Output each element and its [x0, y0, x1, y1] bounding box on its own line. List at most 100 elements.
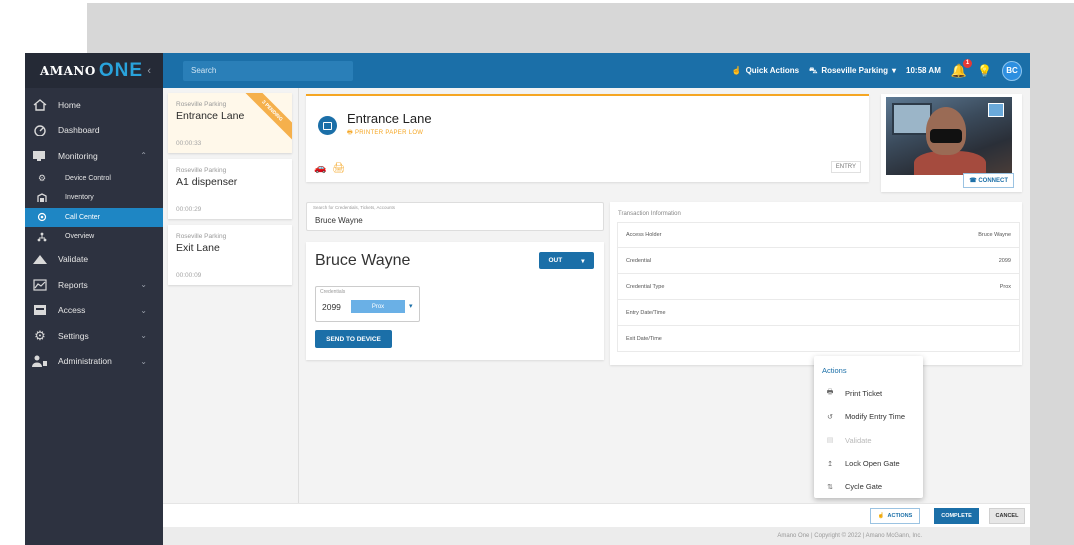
- sidebar-item-inventory[interactable]: Inventory: [25, 188, 163, 208]
- connect-label: CONNECT: [978, 178, 1008, 184]
- menu-item-cycle-gate[interactable]: ⇅ Cycle Gate: [814, 475, 923, 498]
- credential-type-chip[interactable]: Prox: [351, 300, 405, 313]
- sidebar-item-reports[interactable]: Reports ⌄: [25, 272, 163, 298]
- camera-panel: ☎ CONNECT: [881, 94, 1022, 192]
- lane-list: Roseville Parking Entrance Lane 00:00:33…: [163, 88, 299, 503]
- lane-name: A1 dispenser: [176, 176, 238, 188]
- actions-button[interactable]: ☝ ACTIONS: [870, 508, 920, 524]
- search-input[interactable]: Search: [183, 60, 353, 81]
- table-row: Credential 2099: [617, 248, 1020, 274]
- lane-timer: 00:00:09: [176, 272, 202, 279]
- menu-item-print-ticket[interactable]: 🖶 Print Ticket: [814, 382, 923, 405]
- logo-brand: AMANO: [40, 63, 96, 78]
- credential-search-label: Search for Credentials, Tickets, Account…: [313, 205, 396, 210]
- credentials-label: Credentials: [320, 289, 346, 295]
- sidebar-item-access[interactable]: Access ⌄: [25, 298, 163, 324]
- direction-button[interactable]: OUT ▾: [539, 252, 594, 269]
- sidebar-item-home[interactable]: Home: [25, 92, 163, 118]
- quick-actions-button[interactable]: ☝ Quick Actions: [732, 66, 799, 75]
- transaction-table: Access Holder Bruce Wayne Credential 2099 …: [617, 222, 1020, 352]
- menu-item-modify-entry-time[interactable]: ↺ Modify Entry Time: [814, 405, 923, 428]
- lane-status-icons: 🚗 🖨: [314, 163, 345, 174]
- sidebar-item-call-center[interactable]: Call Center: [25, 207, 163, 227]
- dashboard-icon: [31, 123, 49, 137]
- row-label: Access Holder: [626, 232, 662, 238]
- row-label: Entry Date/Time: [626, 309, 666, 316]
- sidebar-item-label: Call Center: [65, 213, 101, 221]
- lane-card-entrance[interactable]: Roseville Parking Entrance Lane 00:00:33…: [168, 93, 292, 153]
- table-row: Entry Date/Time: [617, 300, 1020, 326]
- bottom-action-bar: ☝ ACTIONS COMPLETE CANCEL: [163, 503, 1030, 527]
- headset-icon: [35, 210, 49, 224]
- validate-icon: ▤: [826, 437, 834, 445]
- lane-card-a1-dispenser[interactable]: Roseville Parking A1 dispenser 00:00:29: [168, 159, 292, 219]
- logo-suffix: ONE: [98, 59, 144, 81]
- gate-lock-icon: ↥: [827, 460, 833, 468]
- table-row: Access Holder Bruce Wayne: [617, 222, 1020, 248]
- actions-button-label: ACTIONS: [887, 513, 913, 519]
- location-label: Roseville Parking: [821, 66, 889, 75]
- menu-item-label: Lock Open Gate: [845, 459, 900, 469]
- actions-menu-title: Actions: [822, 366, 847, 375]
- row-label: Credential: [626, 257, 652, 264]
- sidebar-nav: Home Dashboard Monitoring ⌃ ⚙ Device Con…: [25, 92, 163, 374]
- top-right-controls: ☝ Quick Actions ⛍ Roseville Parking ▾ 10…: [732, 58, 1030, 81]
- complete-button[interactable]: COMPLETE: [934, 508, 979, 524]
- menu-item-label: Validate: [845, 435, 872, 445]
- table-row: Credential Type Prox: [617, 274, 1020, 300]
- chevron-left-icon[interactable]: ‹: [147, 65, 151, 77]
- menu-item-validate: ▤ Validate: [814, 429, 923, 452]
- sidebar-item-dashboard[interactable]: Dashboard: [25, 118, 163, 144]
- access-holder-card: Bruce Wayne OUT ▾ Credentials 2099 Prox …: [306, 242, 604, 360]
- sidebar-item-label: Validate: [58, 254, 89, 265]
- snapshot-icon[interactable]: [988, 103, 1004, 117]
- actions-menu: Actions 🖶 Print Ticket ↺ Modify Entry Time…: [814, 356, 923, 498]
- sidebar-item-label: Home: [58, 99, 81, 110]
- direction-label: OUT: [548, 257, 563, 264]
- lane-card-exit[interactable]: Roseville Parking Exit Lane 00:00:09: [168, 225, 292, 285]
- sidebar-item-label: Reports: [58, 279, 88, 290]
- camera-feed: [886, 97, 1012, 175]
- sidebar-item-validate[interactable]: Validate: [25, 247, 163, 273]
- sidebar-item-settings[interactable]: ⚙ Settings ⌄: [25, 323, 163, 349]
- clock-icon: ↺: [827, 413, 833, 421]
- caret-down-icon[interactable]: ▾: [409, 302, 413, 310]
- lane-type-tag: ENTRY: [830, 161, 861, 173]
- location-selector[interactable]: ⛍ Roseville Parking ▾: [809, 66, 896, 76]
- transaction-info-panel: Transaction Information Access Holder Bru…: [610, 202, 1022, 365]
- sidebar-item-label: Dashboard: [58, 125, 100, 136]
- menu-item-lock-open-gate[interactable]: ↥ Lock Open Gate: [814, 452, 923, 475]
- credential-search-field[interactable]: Search for Credentials, Tickets, Account…: [306, 202, 604, 231]
- menu-item-label: Cycle Gate: [845, 482, 883, 492]
- home-icon: [31, 98, 49, 112]
- car-icon: ⛍: [809, 65, 818, 75]
- connect-button[interactable]: ☎ CONNECT: [963, 173, 1014, 188]
- cancel-button[interactable]: CANCEL: [989, 508, 1025, 524]
- notification-badge: 1: [963, 58, 973, 68]
- sidebar-item-label: Overview: [65, 233, 95, 241]
- sidebar-item-device-control[interactable]: ⚙ Device Control: [25, 169, 163, 189]
- lane-detail-panel: Entrance Lane 🖶 PRINTER PAPER LOW 🚗 🖨 EN…: [306, 94, 869, 182]
- logo: AMANO ONE ‹: [25, 53, 163, 88]
- validate-icon: [31, 252, 49, 266]
- sidebar-item-administration[interactable]: Administration ⌄: [25, 349, 163, 375]
- sidebar-item-label: Inventory: [65, 194, 94, 202]
- lightbulb-icon[interactable]: 💡: [977, 64, 992, 78]
- top-bar: Search ☝ Quick Actions ⛍ Roseville Parki…: [163, 53, 1030, 88]
- sidebar: AMANO ONE ‹ Home Dashboard Monitoring ⌃ …: [25, 53, 163, 545]
- sidebar-item-overview[interactable]: Overview: [25, 227, 163, 247]
- avatar[interactable]: BC: [1002, 60, 1022, 81]
- table-row: Exit Date/Time: [617, 326, 1020, 352]
- send-to-device-button[interactable]: SEND TO DEVICE: [315, 330, 392, 348]
- row-label: Credential Type: [626, 283, 665, 290]
- chevron-up-icon: ⌃: [140, 151, 147, 161]
- car-icon: 🚗: [314, 163, 327, 174]
- bell-icon[interactable]: 🔔 1: [951, 58, 973, 79]
- sidebar-item-monitoring[interactable]: Monitoring ⌃: [25, 143, 163, 169]
- row-value: Bruce Wayne: [978, 232, 1011, 238]
- lane-device-icon: [318, 116, 337, 135]
- settings-icon: ⚙: [34, 327, 46, 343]
- credential-search-value: Bruce Wayne: [315, 216, 363, 225]
- credentials-field[interactable]: Credentials 2099 Prox ▾: [315, 286, 420, 322]
- lane-timer: 00:00:33: [176, 140, 202, 147]
